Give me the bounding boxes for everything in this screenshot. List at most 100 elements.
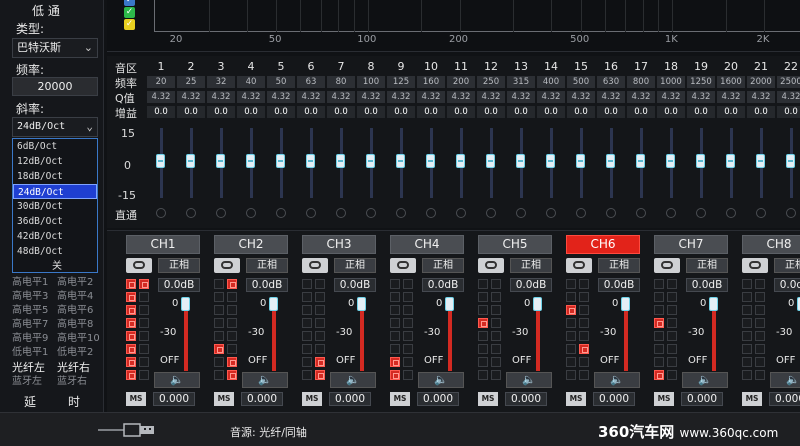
mute-button[interactable]: 🔈 xyxy=(770,372,800,388)
input-route-cell[interactable] xyxy=(214,279,224,289)
eq-band-frequency[interactable]: 80 xyxy=(327,76,355,88)
input-route-cell[interactable] xyxy=(139,331,149,341)
eq-band-gain[interactable]: 0.0 xyxy=(687,106,715,118)
input-route-cell[interactable] xyxy=(491,344,501,354)
eq-band-q[interactable]: 4.32 xyxy=(717,91,745,103)
eq-band-bypass-radio[interactable] xyxy=(666,208,676,218)
curve-toggle-checkbox[interactable]: ✓ xyxy=(124,0,135,6)
delay-unit-ms-button[interactable]: MS xyxy=(478,392,498,406)
channel-link-button[interactable] xyxy=(654,258,680,273)
eq-band-gain[interactable]: 0.0 xyxy=(747,106,775,118)
channel-link-button[interactable] xyxy=(126,258,152,273)
input-route-cell[interactable] xyxy=(478,305,488,315)
input-route-cell[interactable] xyxy=(302,305,312,315)
input-route-cell[interactable] xyxy=(139,344,149,354)
eq-band-bypass-radio[interactable] xyxy=(246,208,256,218)
input-route-cell[interactable] xyxy=(139,370,149,380)
filter-type-select[interactable]: 巴特沃斯 ⌄ xyxy=(12,38,98,58)
input-route-cell[interactable] xyxy=(566,344,576,354)
phase-button[interactable]: 正相 xyxy=(510,258,552,273)
eq-band-q[interactable]: 4.32 xyxy=(387,91,415,103)
eq-band-gain[interactable]: 0.0 xyxy=(327,106,355,118)
input-route-cell[interactable] xyxy=(126,331,136,341)
channel-button-ch1[interactable]: CH1 xyxy=(126,235,200,254)
channel-gain-value[interactable]: 0.0dB xyxy=(422,278,464,292)
eq-band-gain[interactable]: 0.0 xyxy=(717,106,745,118)
eq-band-gain[interactable]: 0.0 xyxy=(267,106,295,118)
eq-band-slider-knob[interactable] xyxy=(426,154,435,168)
volume-fader-track[interactable] xyxy=(624,301,628,371)
volume-fader-knob[interactable] xyxy=(621,297,630,311)
eq-band-frequency[interactable]: 40 xyxy=(237,76,265,88)
eq-band-frequency[interactable]: 500 xyxy=(567,76,595,88)
input-route-cell[interactable] xyxy=(126,370,136,380)
eq-band-q[interactable]: 4.32 xyxy=(357,91,385,103)
eq-band-gain[interactable]: 0.0 xyxy=(237,106,265,118)
input-route-cell[interactable] xyxy=(742,318,752,328)
eq-band-bypass-radio[interactable] xyxy=(516,208,526,218)
input-route-cell[interactable] xyxy=(667,357,677,367)
channel-gain-value[interactable]: 0.0dB xyxy=(158,278,200,292)
delay-unit-ms-button[interactable]: MS xyxy=(390,392,410,406)
input-source-item[interactable]: 高电平2 xyxy=(57,276,93,290)
input-route-cell[interactable] xyxy=(403,331,413,341)
input-route-cell[interactable] xyxy=(302,318,312,328)
channel-gain-value[interactable]: 0.0dB xyxy=(686,278,728,292)
input-route-cell[interactable] xyxy=(755,370,765,380)
input-route-cell[interactable] xyxy=(315,305,325,315)
input-route-cell[interactable] xyxy=(315,331,325,341)
eq-band-frequency[interactable]: 100 xyxy=(357,76,385,88)
eq-band-bypass-radio[interactable] xyxy=(756,208,766,218)
input-route-cell[interactable] xyxy=(742,344,752,354)
eq-band-q[interactable]: 4.32 xyxy=(537,91,565,103)
input-route-cell[interactable] xyxy=(491,370,501,380)
eq-band-bypass-radio[interactable] xyxy=(456,208,466,218)
eq-band-gain[interactable]: 0.0 xyxy=(657,106,685,118)
input-route-cell[interactable] xyxy=(390,292,400,302)
input-route-cell[interactable] xyxy=(491,305,501,315)
eq-band-slider-knob[interactable] xyxy=(516,154,525,168)
input-route-cell[interactable] xyxy=(315,370,325,380)
input-route-cell[interactable] xyxy=(139,357,149,367)
input-route-cell[interactable] xyxy=(667,331,677,341)
eq-band-q[interactable]: 4.32 xyxy=(687,91,715,103)
input-source-item[interactable]: 高电平5 xyxy=(12,304,48,318)
input-route-cell[interactable] xyxy=(403,344,413,354)
delay-unit-ms-button[interactable]: MS xyxy=(126,392,146,406)
eq-band-q[interactable]: 4.32 xyxy=(237,91,265,103)
input-route-cell[interactable] xyxy=(579,370,589,380)
eq-band-slider-knob[interactable] xyxy=(606,154,615,168)
eq-band-frequency[interactable]: 2500 xyxy=(777,76,800,88)
input-route-cell[interactable] xyxy=(667,344,677,354)
eq-band-gain[interactable]: 0.0 xyxy=(777,106,800,118)
eq-band-gain[interactable]: 0.0 xyxy=(387,106,415,118)
input-route-cell[interactable] xyxy=(667,318,677,328)
input-route-cell[interactable] xyxy=(214,292,224,302)
mute-button[interactable]: 🔈 xyxy=(418,372,464,388)
input-route-cell[interactable] xyxy=(126,292,136,302)
eq-band-bypass-radio[interactable] xyxy=(156,208,166,218)
input-route-cell[interactable] xyxy=(227,318,237,328)
input-route-cell[interactable] xyxy=(214,305,224,315)
eq-band-frequency[interactable]: 1000 xyxy=(657,76,685,88)
channel-delay-value[interactable]: 0.000 xyxy=(153,392,195,406)
input-route-cell[interactable] xyxy=(403,318,413,328)
channel-button-ch6[interactable]: CH6 xyxy=(566,235,640,254)
eq-band-bypass-radio[interactable] xyxy=(306,208,316,218)
eq-band-q[interactable]: 4.32 xyxy=(567,91,595,103)
eq-band-slider-knob[interactable] xyxy=(486,154,495,168)
channel-delay-value[interactable]: 0.000 xyxy=(593,392,635,406)
channel-button-ch8[interactable]: CH8 xyxy=(742,235,800,254)
input-route-cell[interactable] xyxy=(579,279,589,289)
volume-fader-knob[interactable] xyxy=(533,297,542,311)
input-route-cell[interactable] xyxy=(139,279,149,289)
eq-band-slider-knob[interactable] xyxy=(246,154,255,168)
volume-fader-track[interactable] xyxy=(272,301,276,371)
input-route-cell[interactable] xyxy=(126,344,136,354)
input-source-item[interactable]: 高电平8 xyxy=(57,318,93,332)
input-route-cell[interactable] xyxy=(491,292,501,302)
input-route-cell[interactable] xyxy=(227,357,237,367)
input-item-bt-left[interactable]: 蓝牙左 xyxy=(12,375,42,389)
input-route-cell[interactable] xyxy=(315,292,325,302)
input-route-cell[interactable] xyxy=(403,292,413,302)
